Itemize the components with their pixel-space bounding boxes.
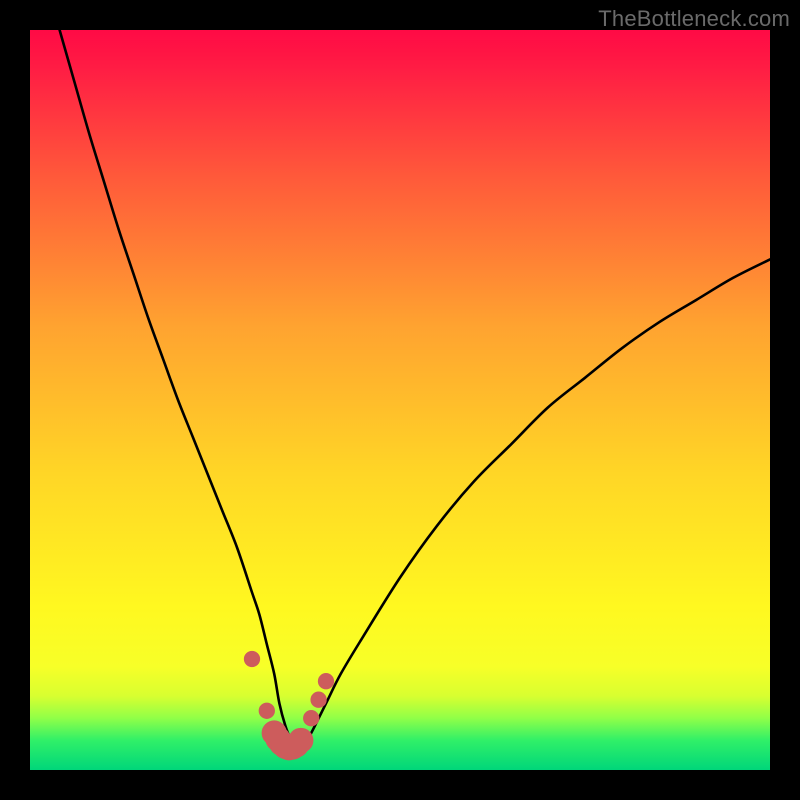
curve-marker [288, 728, 313, 753]
curve-marker [310, 692, 326, 708]
chart-container: TheBottleneck.com [0, 0, 800, 800]
curve-marker [318, 673, 334, 689]
curve-marker [303, 710, 319, 726]
bottleneck-chart [0, 0, 800, 800]
plot-gradient-background [30, 30, 770, 770]
watermark-label: TheBottleneck.com [598, 6, 790, 32]
curve-marker [259, 703, 275, 719]
curve-marker [244, 651, 260, 667]
